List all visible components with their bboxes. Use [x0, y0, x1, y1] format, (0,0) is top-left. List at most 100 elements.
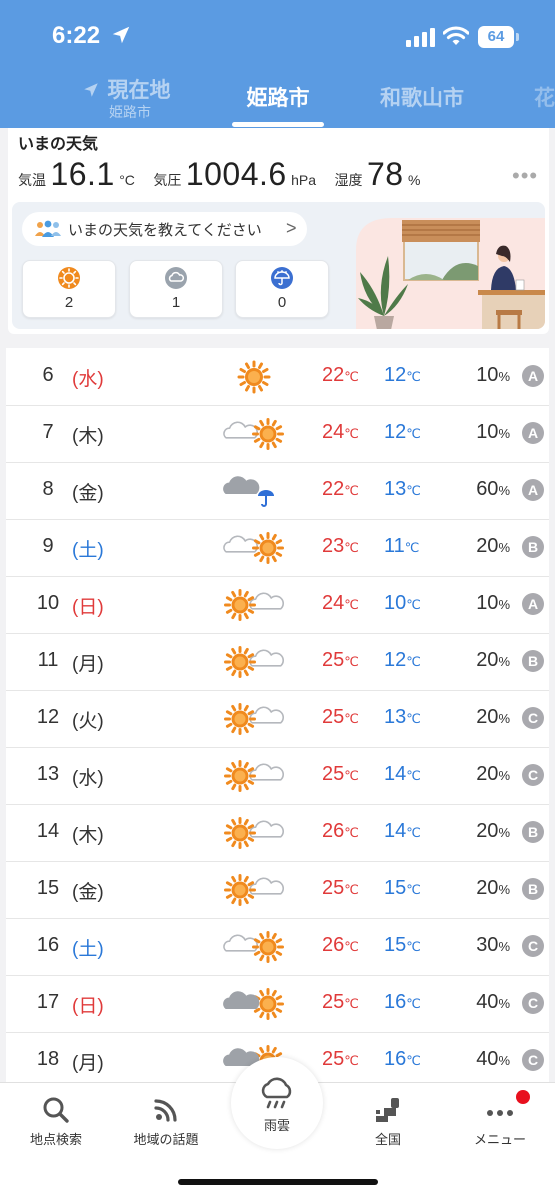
forecast-weekday: (日)	[72, 597, 104, 618]
japan-map-icon	[376, 1098, 399, 1122]
forecast-weekday: (日)	[72, 996, 104, 1017]
reliability-badge: A	[522, 422, 544, 444]
vote-sunny-button[interactable]: 2	[22, 260, 116, 318]
battery-tip	[516, 33, 519, 41]
location-arrow-icon	[112, 26, 130, 44]
forecast-row[interactable]: 14 (木) 26℃ 14℃ 20% B	[6, 804, 549, 862]
forecast-min-temp: 14℃	[384, 763, 421, 785]
forecast-precip-prob: 20%	[476, 535, 510, 557]
status-time: 6:22	[52, 22, 101, 49]
forecast-day: 6	[42, 364, 54, 386]
vote-cloudy-count: 1	[171, 294, 181, 311]
forecast-max-temp: 23℃	[322, 535, 359, 557]
cellular-signal-icon	[406, 27, 436, 47]
tab-search[interactable]: 地点検索	[6, 1095, 106, 1148]
temperature-value: 16.1	[50, 156, 115, 192]
current-stats: 気温 16.1 °C 気圧 1004.6 hPa 湿度 78 %	[18, 156, 434, 196]
forecast-min-temp: 14℃	[384, 820, 421, 842]
cloud-rain-icon	[222, 472, 286, 510]
vote-sunny-count: 2	[64, 294, 74, 311]
forecast-min-temp: 12℃	[384, 421, 421, 443]
forecast-min-temp: 10℃	[384, 592, 421, 614]
search-icon	[43, 1097, 69, 1123]
forecast-row[interactable]: 6 (水) 22℃ 12℃ 10% A	[6, 348, 549, 406]
forecast-day: 13	[36, 763, 60, 785]
forecast-row[interactable]: 10 (日) 24℃ 10℃ 10% A	[6, 576, 549, 634]
tab-current-location[interactable]: 現在地 姫路市	[80, 78, 180, 134]
forecast-row[interactable]: 9 (土) 23℃ 11℃ 20% B	[6, 519, 549, 577]
forecast-precip-prob: 60%	[476, 478, 510, 500]
forecast-row[interactable]: 17 (日) 25℃ 16℃ 40% C	[6, 975, 549, 1033]
forecast-precip-prob: 20%	[476, 877, 510, 899]
forecast-weekday: (月)	[72, 654, 104, 675]
forecast-precip-prob: 20%	[476, 763, 510, 785]
tab-nationwide[interactable]: 全国	[338, 1095, 438, 1148]
forecast-day: 16	[36, 934, 60, 956]
forecast-weekday: (月)	[72, 1053, 104, 1074]
forecast-row[interactable]: 13 (水) 25℃ 14℃ 20% C	[6, 747, 549, 805]
sunny-icon	[58, 267, 80, 289]
cloud-then-sun-icon	[222, 529, 286, 567]
tab-local-topics[interactable]: 地域の話題	[116, 1095, 216, 1148]
reliability-badge: B	[522, 878, 544, 900]
forecast-max-temp: 25℃	[322, 763, 359, 785]
forecast-day: 11	[37, 649, 59, 671]
humidity-label: 湿度	[334, 172, 363, 188]
more-horizontal-icon	[487, 1110, 513, 1116]
city-tabs: 現在地 姫路市 姫路市 和歌山市 花	[0, 72, 555, 128]
forecast-day: 14	[36, 820, 60, 842]
forecast-max-temp: 24℃	[322, 421, 359, 443]
forecast-precip-prob: 30%	[476, 934, 510, 956]
more-options-icon[interactable]: •••	[512, 163, 538, 189]
forecast-min-temp: 12℃	[384, 649, 421, 671]
forecast-min-temp: 15℃	[384, 877, 421, 899]
tab-label: 和歌山市	[380, 87, 464, 110]
forecast-max-temp: 22℃	[322, 478, 359, 500]
tab-label: 花	[534, 87, 555, 110]
forecast-precip-prob: 10%	[476, 364, 510, 386]
humidity-unit: %	[408, 172, 421, 188]
tab-search-label: 地点検索	[29, 1132, 82, 1147]
forecast-max-temp: 25℃	[322, 877, 359, 899]
forecast-precip-prob: 40%	[476, 1048, 510, 1070]
forecast-min-temp: 13℃	[384, 706, 421, 728]
rss-icon	[154, 1099, 177, 1122]
reliability-badge: C	[522, 992, 544, 1014]
forecast-row[interactable]: 16 (土) 26℃ 15℃ 30% C	[6, 918, 549, 976]
forecast-day: 18	[36, 1048, 60, 1070]
notification-badge	[516, 1090, 530, 1104]
report-weather-button[interactable]: いまの天気を教えてください >	[22, 212, 307, 246]
sun-then-cloud-icon	[222, 814, 286, 852]
sunny-icon	[222, 358, 286, 396]
forecast-precip-prob: 10%	[476, 592, 510, 614]
forecast-row[interactable]: 15 (金) 25℃ 15℃ 20% B	[6, 861, 549, 919]
cloudy-icon	[165, 267, 187, 289]
forecast-precip-prob: 20%	[476, 706, 510, 728]
tab-menu-label: メニュー	[473, 1132, 526, 1147]
forecast-max-temp: 25℃	[322, 706, 359, 728]
report-weather-label: いまの天気を教えてください	[68, 222, 262, 239]
reliability-badge: B	[522, 650, 544, 672]
chevron-right-icon: >	[286, 218, 297, 238]
forecast-max-temp: 22℃	[322, 364, 359, 386]
forecast-min-temp: 11℃	[384, 535, 420, 557]
forecast-row[interactable]: 7 (木) 24℃ 12℃ 10% A	[6, 405, 549, 463]
current-weather-card: いまの天気 気温 16.1 °C 気圧 1004.6 hPa 湿度 78 % •…	[8, 128, 549, 334]
forecast-row[interactable]: 11 (月) 25℃ 12℃ 20% B	[6, 633, 549, 691]
forecast-row[interactable]: 12 (火) 25℃ 13℃ 20% C	[6, 690, 549, 748]
forecast-precip-prob: 10%	[476, 421, 510, 443]
forecast-row[interactable]: 8 (金) 22℃ 13℃ 60% A	[6, 462, 549, 520]
vote-rain-button[interactable]: 0	[235, 260, 329, 318]
forecast-weekday: (土)	[72, 939, 104, 960]
forecast-max-temp: 24℃	[322, 592, 359, 614]
tab-menu[interactable]: メニュー	[450, 1095, 550, 1148]
rain-cloud-icon	[261, 1077, 292, 1109]
rain-cloud-radar-button[interactable]: 雨雲	[231, 1057, 323, 1149]
forecast-day: 15	[36, 877, 60, 899]
vote-rain-count: 0	[277, 294, 287, 311]
forecast-day: 7	[42, 421, 54, 443]
vote-cloudy-button[interactable]: 1	[129, 260, 223, 318]
pressure-label: 気圧	[153, 172, 182, 188]
wifi-icon	[443, 26, 469, 45]
daily-forecast-list: 6 (水) 22℃ 12℃ 10% A 7 (木) 24℃ 12℃ 10% A 8 (金) 22℃ 13℃ 60…	[6, 348, 549, 1148]
